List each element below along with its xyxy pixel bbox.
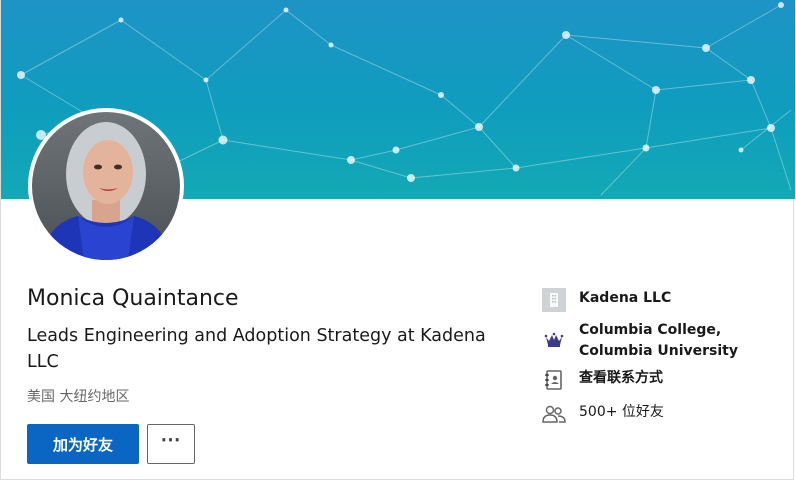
- more-icon: ⋯: [160, 428, 182, 451]
- profile-name: Monica Quaintance: [27, 286, 239, 311]
- connections-count: 500+ 位好友: [579, 404, 664, 420]
- profile-card: Monica Quaintance Leads Engineering and …: [0, 0, 795, 480]
- company-name: Kadena LLC: [579, 290, 672, 306]
- contact-info-link[interactable]: 查看联系方式: [542, 368, 663, 392]
- person-portrait-icon: [42, 122, 172, 260]
- profile-photo-frame[interactable]: [28, 108, 184, 264]
- education-college: Columbia College,: [579, 322, 722, 338]
- education-name: Columbia College, Columbia University: [579, 320, 738, 362]
- current-company[interactable]: Kadena LLC: [542, 288, 671, 312]
- connect-button[interactable]: 加为好友: [27, 424, 139, 464]
- crown-crest-icon: [542, 328, 566, 352]
- people-icon: [542, 402, 566, 426]
- connections[interactable]: 500+ 位好友: [542, 402, 664, 426]
- contact-card-icon: [542, 368, 566, 392]
- profile-location: 美国 大纽约地区: [27, 389, 130, 405]
- more-actions-button[interactable]: ⋯: [147, 424, 195, 464]
- contact-info-label: 查看联系方式: [579, 370, 663, 386]
- education-university: Columbia University: [579, 343, 738, 359]
- profile-photo[interactable]: [32, 112, 180, 260]
- company-logo-icon: [542, 288, 566, 312]
- education[interactable]: Columbia College, Columbia University: [542, 320, 738, 362]
- profile-headline: Leads Engineering and Adoption Strategy …: [27, 326, 486, 372]
